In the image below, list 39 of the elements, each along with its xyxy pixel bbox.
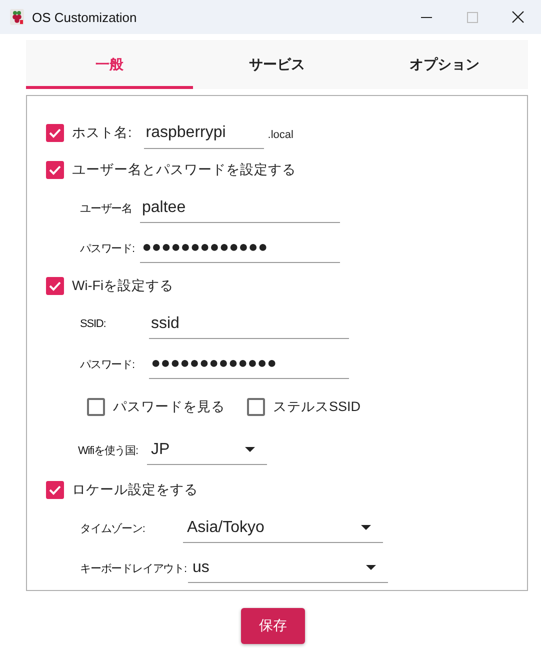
field-label: Wifiを使う国: [78, 444, 139, 458]
checkbox[interactable] [87, 398, 105, 416]
input-field[interactable]: raspberrypi [144, 117, 264, 149]
maximize-icon [466, 12, 478, 22]
dropdown[interactable]: JP [147, 435, 267, 465]
checkbox[interactable] [46, 124, 64, 142]
checkbox-label: ステルスSSID [273, 398, 361, 416]
dropdown[interactable]: us [188, 553, 388, 583]
dropdown[interactable]: Asia/Tokyo [183, 513, 383, 543]
checkbox[interactable] [247, 398, 265, 416]
field-label: パスワード: [80, 242, 136, 256]
tab[interactable]: サービス [193, 40, 361, 89]
field-label: SSID: [80, 318, 107, 330]
field-label: キーボードレイアウト: [80, 562, 188, 576]
checkbox-label: ユーザー名とパスワードを設定する [72, 161, 296, 179]
field-label: ユーザー名 [80, 202, 134, 216]
save-button[interactable]: 保存 [241, 608, 305, 644]
tab[interactable]: 一般 [26, 40, 194, 89]
input-field[interactable]: paltee [140, 193, 340, 223]
checkbox[interactable] [46, 277, 64, 295]
close-icon [512, 11, 524, 23]
raspberry-icon [10, 9, 24, 25]
checkbox-label: パスワードを見る [113, 398, 225, 416]
field-label: パスワード: [80, 358, 136, 372]
domain-suffix: .local [268, 129, 294, 141]
input-field[interactable]: ssid [149, 309, 349, 339]
checkbox-label: Wi-Fiを設定する [72, 277, 174, 295]
checkbox-label: ロケール設定をする [72, 481, 198, 499]
tab[interactable]: オプション [360, 40, 528, 89]
checkbox[interactable] [46, 161, 64, 179]
field-label: タイムゾーン: [80, 522, 146, 536]
dropdown-arrow-icon [366, 565, 376, 570]
input-field[interactable]: ●●●●●●●●●●●●● [149, 349, 349, 379]
input-field[interactable]: ●●●●●●●●●●●●● [140, 233, 340, 263]
window-title: OS Customization [32, 10, 138, 24]
checkbox[interactable] [46, 481, 64, 499]
dropdown-arrow-icon [245, 447, 255, 452]
checkbox-label: ホスト名: [72, 124, 132, 142]
dropdown-arrow-icon [361, 525, 371, 530]
